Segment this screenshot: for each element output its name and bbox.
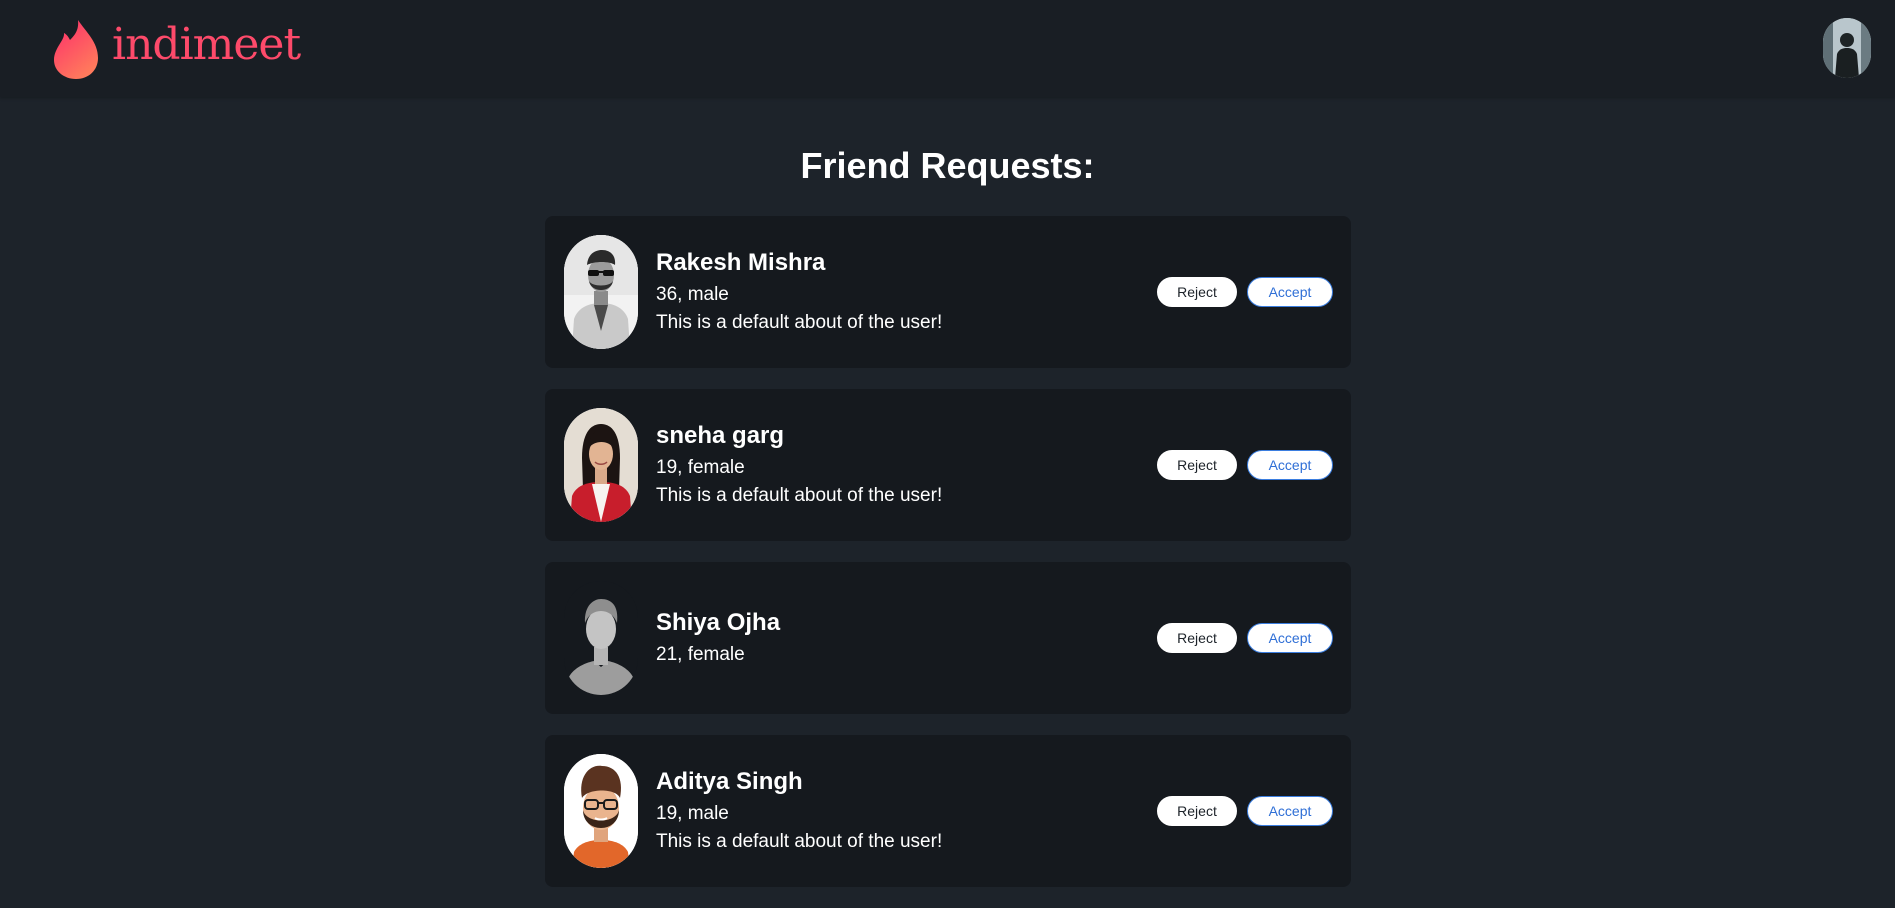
request-card: Rakesh Mishra 36, male This is a default… [545,216,1351,368]
request-info: Shiya Ojha 21, female [656,562,780,714]
avatar [564,408,638,522]
user-avatar-icon [1823,18,1871,78]
avatar [564,235,638,349]
request-name: sneha garg [656,421,785,449]
request-name: Rakesh Mishra [656,248,826,276]
reject-button[interactable]: Reject [1157,623,1237,653]
accept-button[interactable]: Accept [1247,277,1333,307]
avatar-cartoon-icon [564,754,638,868]
request-about: This is a default about of the user! [656,311,943,333]
navbar: indimeet [0,0,1895,97]
reject-button[interactable]: Reject [1157,796,1237,826]
reject-button[interactable]: Reject [1157,450,1237,480]
avatar-photo-icon [564,235,638,349]
avatar-photo-icon [564,408,638,522]
request-card: sneha garg 19, female This is a default … [545,389,1351,541]
request-age-gender: 36, male [656,283,729,305]
profile-avatar[interactable] [1823,18,1871,78]
request-age-gender: 19, male [656,802,729,824]
request-card: Shiya Ojha 21, female Reject Accept [545,562,1351,714]
request-age-gender: 19, female [656,456,745,478]
accept-button[interactable]: Accept [1247,450,1333,480]
request-about: This is a default about of the user! [656,830,943,852]
brand-logo[interactable]: indimeet [48,18,301,80]
request-actions: Reject Accept [1157,623,1333,653]
request-name: Shiya Ojha [656,608,781,636]
avatar [564,754,638,868]
avatar [564,581,638,695]
accept-button[interactable]: Accept [1247,623,1333,653]
accept-button[interactable]: Accept [1247,796,1333,826]
request-about: This is a default about of the user! [656,484,943,506]
reject-button[interactable]: Reject [1157,277,1237,307]
page-title: Friend Requests: [800,145,1095,186]
flame-icon [54,20,98,79]
request-card: Aditya Singh 19, male This is a default … [545,735,1351,887]
request-info: sneha garg 19, female This is a default … [656,389,942,541]
request-actions: Reject Accept [1157,796,1333,826]
request-actions: Reject Accept [1157,450,1333,480]
friend-request-list: Rakesh Mishra 36, male This is a default… [545,216,1351,908]
request-actions: Reject Accept [1157,277,1333,307]
request-info: Aditya Singh 19, male This is a default … [656,735,942,887]
request-name: Aditya Singh [656,767,803,795]
brand-name: indimeet [112,19,301,70]
request-age-gender: 21, female [656,643,745,665]
default-avatar-icon [564,581,638,695]
request-info: Rakesh Mishra 36, male This is a default… [656,216,942,368]
